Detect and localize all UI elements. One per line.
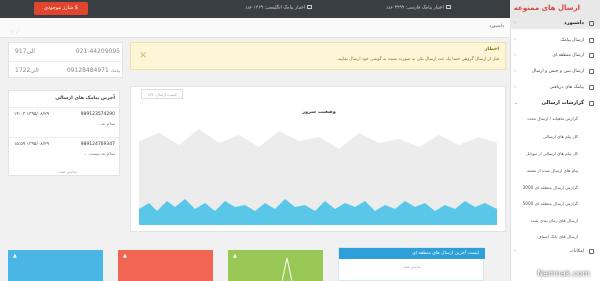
watermark: Namnak.com	[537, 269, 590, 278]
stat-tile-green: ▲	[228, 250, 323, 281]
server-status-panel: کیفیت ارسال: ۱۸۷ وضعیت سرور	[130, 86, 506, 232]
sidebar: داشبورد ‹ ارسال پیامک ‹ ارسال منطقه ای ‹…	[510, 18, 600, 281]
chevron-down-icon: ⌄	[514, 100, 519, 106]
message-text: سلام عد...	[97, 121, 115, 126]
sidebar-subitem[interactable]: گزارش ماهیانه / ارسال مجدد	[510, 113, 600, 124]
sidebar-subitem[interactable]: ارسال های زمان بندی شده	[510, 215, 600, 226]
card-icon	[307, 5, 313, 9]
brand[interactable]: ارسال های ممنوعه	[510, 0, 600, 18]
support-contact-box: 9الی17 021-44209095 17الی22 پیامک 091284…	[8, 42, 124, 79]
envelope-icon	[445, 5, 451, 9]
tab-send-quality[interactable]: کیفیت ارسال: ۱۸۷	[141, 89, 183, 99]
alert-title: اخطار	[484, 47, 499, 52]
message-phone: 989124769347	[80, 142, 115, 147]
send-icon	[589, 38, 594, 43]
server-status-chart	[139, 129, 497, 225]
working-hours: 9الی17	[15, 48, 35, 55]
breadcrumb-dashboard[interactable]: داشبورد	[489, 24, 504, 29]
charge-balance-button[interactable]: $ شارژ موجودی	[34, 2, 88, 15]
warning-alert: × اخطار قبل از ارسال گروهی حتما یک عدد ا…	[130, 42, 506, 70]
report-icon	[589, 101, 594, 106]
sms-phone: 09128484971	[66, 67, 109, 74]
sidebar-item-features[interactable]: امکانات ‹	[510, 246, 600, 257]
expand-icon[interactable]: ⤢	[16, 29, 20, 35]
recent-messages-panel: آخرین پیامک های ارسالی 989123574290 ۱۴:۰…	[8, 90, 121, 176]
sidebar-item-label: ارسال منطقه ای	[552, 53, 584, 58]
caret-up-icon[interactable]: ▲	[233, 253, 237, 259]
message-date: ۱۴:۰۳ ۱۳۹۵/۰۸/۲۹	[14, 112, 49, 117]
sidebar-item-label: امکانات	[569, 249, 584, 254]
stat-tile-blue: ▲	[8, 250, 103, 281]
recent-messages-title: آخرین پیامک های ارسالی	[55, 96, 115, 101]
sidebar-subitem[interactable]: پیام های ارسال شده از نقشه	[510, 165, 600, 176]
chevron-left-icon: ‹	[514, 84, 516, 90]
sidebar-subitem[interactable]: گزارش ارسال منطقه ای 5000	[510, 198, 600, 209]
brand-title: ارسال های ممنوعه	[513, 4, 580, 12]
english-credit: اعتبار پیامک انگلیسی: ۱۳۶۹ عدد	[245, 5, 313, 11]
stat-tile-red: ▲	[118, 250, 213, 281]
caret-up-icon[interactable]: ▲	[13, 253, 17, 259]
mini-toolbar: ⟳ ⤢	[10, 29, 34, 35]
sidebar-subitem[interactable]: گزارش ارسال منطقه ای 3000	[510, 182, 600, 193]
list-item[interactable]: 989123574290 ۱۴:۰۳ ۱۳۹۵/۰۸/۲۹ سلام عد...	[9, 107, 121, 137]
sidebar-item-sent-reports[interactable]: گزارشات ارسالی ⌄	[510, 98, 600, 109]
sidebar-item-label: گزارشات ارسالی	[541, 100, 585, 106]
top-bar: $ شارژ موجودی اعتبار پیامک انگلیسی: ۱۳۶۹…	[0, 0, 600, 18]
close-icon[interactable]: ×	[139, 50, 147, 61]
contact-row-phone: 9الی17 021-44209095	[9, 43, 124, 61]
contact-row-sms: 17الی22 پیامک 09128484971	[9, 61, 124, 79]
sparkline-icon	[282, 258, 292, 281]
list-item[interactable]: 989124769347 ۱۵:۵۹ ۱۳۹۵/۰۸/۲۹ سلام عد تپ…	[9, 137, 121, 167]
sidebar-item-label: پیامک های دریافتی	[549, 85, 584, 90]
show-all-link[interactable]: نمایش همه	[339, 264, 485, 269]
show-all-link[interactable]: نمایش همه	[59, 169, 77, 174]
latest-regional-title: لیست آخرین ارسال های منطقه ای	[339, 248, 485, 259]
caret-up-icon[interactable]: ▲	[123, 253, 127, 259]
chevron-left-icon: ‹	[514, 20, 517, 26]
sidebar-item-label: ارسال سن و جنس و ارسال	[531, 69, 584, 74]
sidebar-item-label: داشبورد	[564, 20, 584, 26]
sidebar-item-age-gender-send[interactable]: ارسال سن و جنس و ارسال ‹	[510, 66, 600, 77]
chevron-left-icon: ‹	[514, 52, 516, 58]
users-icon	[589, 69, 594, 74]
sms-number: پیامک 09128484971	[67, 67, 120, 74]
persian-credit-text: اعتبار پیامک فارسی: ۴۹۹۹ عدد	[386, 5, 444, 11]
support-phone: 021-44209095	[75, 48, 120, 55]
breadcrumb: داشبورد	[0, 18, 510, 38]
latest-regional-panel: لیست آخرین ارسال های منطقه ای نمایش همه	[338, 247, 485, 281]
home-icon	[589, 21, 594, 26]
sidebar-item-received-sms[interactable]: پیامک های دریافتی ‹	[510, 82, 600, 93]
sidebar-subitem[interactable]: ارسال های بانک اصناف	[510, 231, 600, 242]
sidebar-item-label: ارسال پیامک	[560, 38, 584, 43]
sms-hours: 17الی22	[15, 67, 39, 74]
sidebar-item-send-sms[interactable]: ارسال پیامک ‹	[510, 35, 600, 46]
message-phone: 989123574290	[80, 112, 115, 117]
gift-icon	[589, 249, 594, 254]
message-date: ۱۵:۵۹ ۱۳۹۵/۰۸/۲۹	[14, 142, 49, 147]
refresh-icon[interactable]: ⟳	[10, 29, 14, 35]
chart-title: وضعیت سرور	[302, 109, 336, 115]
inbox-icon	[589, 85, 594, 90]
sms-label: پیامک	[110, 68, 120, 73]
sidebar-subitem[interactable]: کل پیام های ارسالی	[510, 131, 600, 142]
alert-body: قبل از ارسال گروهی حتما یک عدد ارسال تکی…	[336, 57, 499, 62]
sidebar-item-dashboard[interactable]: داشبورد ‹	[510, 18, 600, 29]
chevron-left-icon: ‹	[514, 37, 516, 43]
chevron-left-icon: ‹	[514, 248, 516, 254]
persian-credit: اعتبار پیامک فارسی: ۴۹۹۹ عدد	[386, 5, 451, 11]
english-credit-text: اعتبار پیامک انگلیسی: ۱۳۶۹ عدد	[245, 5, 306, 11]
sidebar-subitem[interactable]: کل پیام های ارسالی از موبایل	[510, 148, 600, 159]
chevron-left-icon: ‹	[514, 68, 516, 74]
message-text: سلام عد تپیست ...	[83, 151, 115, 156]
map-icon	[589, 53, 594, 58]
sidebar-item-regional-send[interactable]: ارسال منطقه ای ‹	[510, 50, 600, 61]
